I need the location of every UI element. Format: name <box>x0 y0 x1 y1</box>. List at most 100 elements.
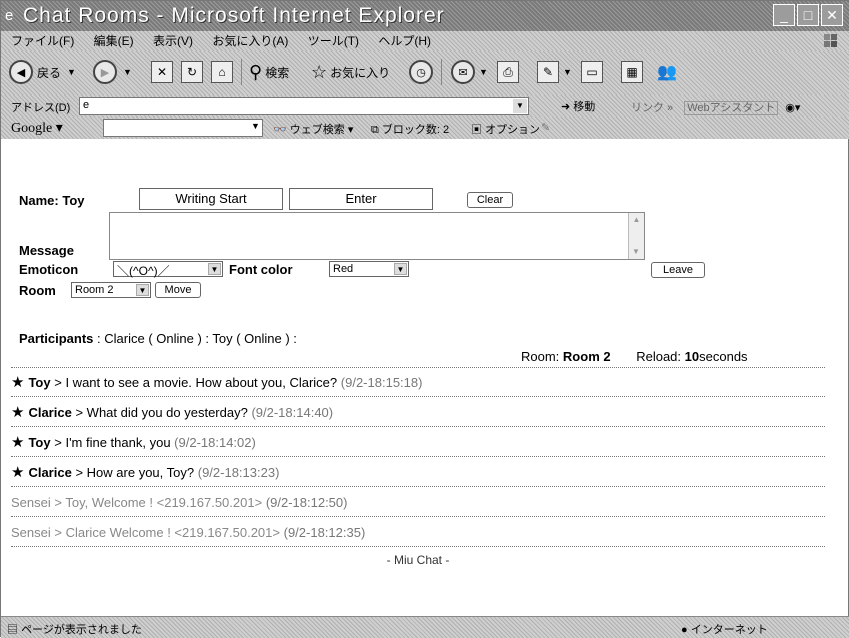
links-button[interactable]: リンク » Webアシスタント ◉▾ <box>631 99 800 115</box>
message-label: Message <box>19 243 74 258</box>
back-button[interactable]: ◀ 戻る ▼ <box>9 57 76 87</box>
home-icon: ⌂ <box>211 61 233 83</box>
discuss-icon: ▭ <box>581 61 603 83</box>
links-label: リンク <box>631 102 664 114</box>
room-select[interactable]: Room 2 ▼ <box>71 282 151 298</box>
google-search-input[interactable] <box>103 119 263 137</box>
popup-blocker-button[interactable]: ⧉ ブロック数: 2 <box>371 121 449 137</box>
name-label: Name: Toy <box>19 193 85 208</box>
favorites-button[interactable]: ☆ お気に入り <box>311 57 390 87</box>
status-message: ページが表示されました <box>21 624 142 636</box>
popup-icon: ⧉ <box>371 124 379 136</box>
message-arrow: > <box>54 375 62 390</box>
writing-start-button[interactable]: Writing Start <box>139 188 283 210</box>
menu-file[interactable]: ファイル(F) <box>11 31 74 51</box>
messenger-button[interactable]: 👥 <box>657 57 677 87</box>
message-input[interactable]: ▲ ▼ <box>109 212 645 260</box>
mail-icon: ✉ <box>451 60 475 84</box>
refresh-button[interactable]: ↻ <box>181 57 203 87</box>
message-user: Toy <box>28 375 51 390</box>
menu-view[interactable]: 表示(V) <box>153 31 193 51</box>
discuss-button[interactable]: ▭ <box>581 57 603 87</box>
message-user: Sensei <box>11 525 51 540</box>
emoticon-label: Emoticon <box>19 262 79 277</box>
emoticon-value: ＼(^O^)／ <box>117 264 170 278</box>
research-icon: ▦ <box>621 61 643 83</box>
popup-block-label: ブロック数: 2 <box>381 124 450 136</box>
menu-help[interactable]: ヘルプ(H) <box>378 31 431 51</box>
message-user: Clarice <box>28 405 72 420</box>
options-icon: ▣ <box>471 124 482 136</box>
message-arrow: > <box>54 435 62 450</box>
star-icon: ★ <box>11 404 25 421</box>
home-button[interactable]: ⌂ <box>211 57 233 87</box>
globe-icon: ● <box>681 624 688 636</box>
chat-message: ★ Toy > I want to see a movie. How about … <box>11 369 825 397</box>
stop-button[interactable]: ✕ <box>151 57 173 87</box>
zone-indicator: ● インターネット <box>681 621 768 637</box>
menu-favorites[interactable]: お気に入り(A) <box>212 31 288 51</box>
room-select-value: Room 2 <box>75 284 114 296</box>
search-button[interactable]: ⚲ 検索 <box>249 57 289 87</box>
zone-text: インターネット <box>690 624 768 636</box>
room-label: Room <box>19 283 56 298</box>
chat-message: Sensei > Toy, Welcome ! <219.167.50.201>… <box>11 489 825 517</box>
clear-button[interactable]: Clear <box>467 192 513 208</box>
message-user: Toy <box>28 435 51 450</box>
address-label: アドレス(D) <box>11 102 71 114</box>
message-scrollbar[interactable]: ▲ ▼ <box>628 213 644 259</box>
message-timestamp: (9/2-18:13:23) <box>197 465 280 480</box>
enter-button[interactable]: Enter <box>289 188 433 210</box>
message-timestamp: (9/2-18:15:18) <box>340 375 423 390</box>
scroll-down-icon[interactable]: ▼ <box>629 245 643 259</box>
message-arrow: > <box>75 465 84 480</box>
web-search-button[interactable]: 👓 ウェブ検索 ▾ <box>273 121 353 137</box>
move-button[interactable]: Move <box>155 282 201 298</box>
web-search-label: ウェブ検索 <box>289 124 345 136</box>
go-label: 移動 <box>573 101 596 113</box>
history-icon: ◷ <box>409 60 433 84</box>
font-color-value: Red <box>333 263 354 275</box>
google-logo-text: Google <box>11 121 53 136</box>
scroll-up-icon[interactable]: ▲ <box>629 213 644 227</box>
edit-button[interactable]: ✎ ▼ <box>537 57 572 87</box>
leave-button[interactable]: Leave <box>651 262 705 278</box>
chat-message: ★ Clarice > What did you do yesterday? (9… <box>11 399 825 427</box>
go-button[interactable]: ➜ 移動 <box>561 98 595 114</box>
message-text: How are you, Toy? <box>86 465 195 480</box>
message-timestamp: (9/2-18:14:40) <box>251 405 334 420</box>
chevron-down-icon[interactable]: ▼ <box>513 99 527 113</box>
address-input[interactable]: e ▼ <box>79 97 529 115</box>
minimize-button[interactable]: _ <box>773 4 795 26</box>
font-color-select[interactable]: Red ▼ <box>329 261 409 277</box>
maximize-button[interactable]: □ <box>797 4 819 26</box>
research-button[interactable]: ▦ <box>621 57 643 87</box>
binoculars-icon: 👓 <box>273 124 287 136</box>
message-timestamp: (9/2-18:12:35) <box>283 525 366 540</box>
menu-edit[interactable]: 編集(E) <box>94 31 134 51</box>
emoticon-select[interactable]: ＼(^O^)／ ▼ <box>113 261 223 278</box>
web-assistant-label[interactable]: Webアシスタント <box>684 101 779 115</box>
forward-button[interactable]: ▶ ▼ <box>93 57 132 87</box>
mail-button[interactable]: ✉ ▼ <box>451 57 488 87</box>
window-title: Chat Rooms - Microsoft Internet Explorer <box>23 4 445 27</box>
go-arrow-icon: ➜ <box>561 101 571 113</box>
forward-arrow-icon: ▶ <box>93 60 117 84</box>
options-button[interactable]: ▣ オプション <box>471 121 540 137</box>
message-timestamp: (9/2-18:12:50) <box>265 495 348 510</box>
message-arrow: > <box>54 525 62 540</box>
print-button[interactable]: ⎙ <box>497 57 519 87</box>
chevron-down-icon[interactable]: ▼ <box>251 121 260 131</box>
stop-icon: ✕ <box>151 61 173 83</box>
google-logo[interactable]: Google ▾ <box>11 120 63 137</box>
close-button[interactable]: ✕ <box>821 4 843 26</box>
participants-line: Participants : Clarice ( Online ) : Toy … <box>19 331 297 346</box>
globe-icon[interactable]: ◉▾ <box>785 102 800 114</box>
pencil-icon[interactable]: ✎ <box>541 121 550 134</box>
history-button[interactable]: ◷ <box>409 57 433 87</box>
divider <box>11 367 825 368</box>
toolbar-divider <box>441 59 442 85</box>
menu-tools[interactable]: ツール(T) <box>308 31 359 51</box>
message-text: Clarice Welcome ! <219.167.50.201> <box>65 525 280 540</box>
font-color-label: Font color <box>229 262 293 277</box>
